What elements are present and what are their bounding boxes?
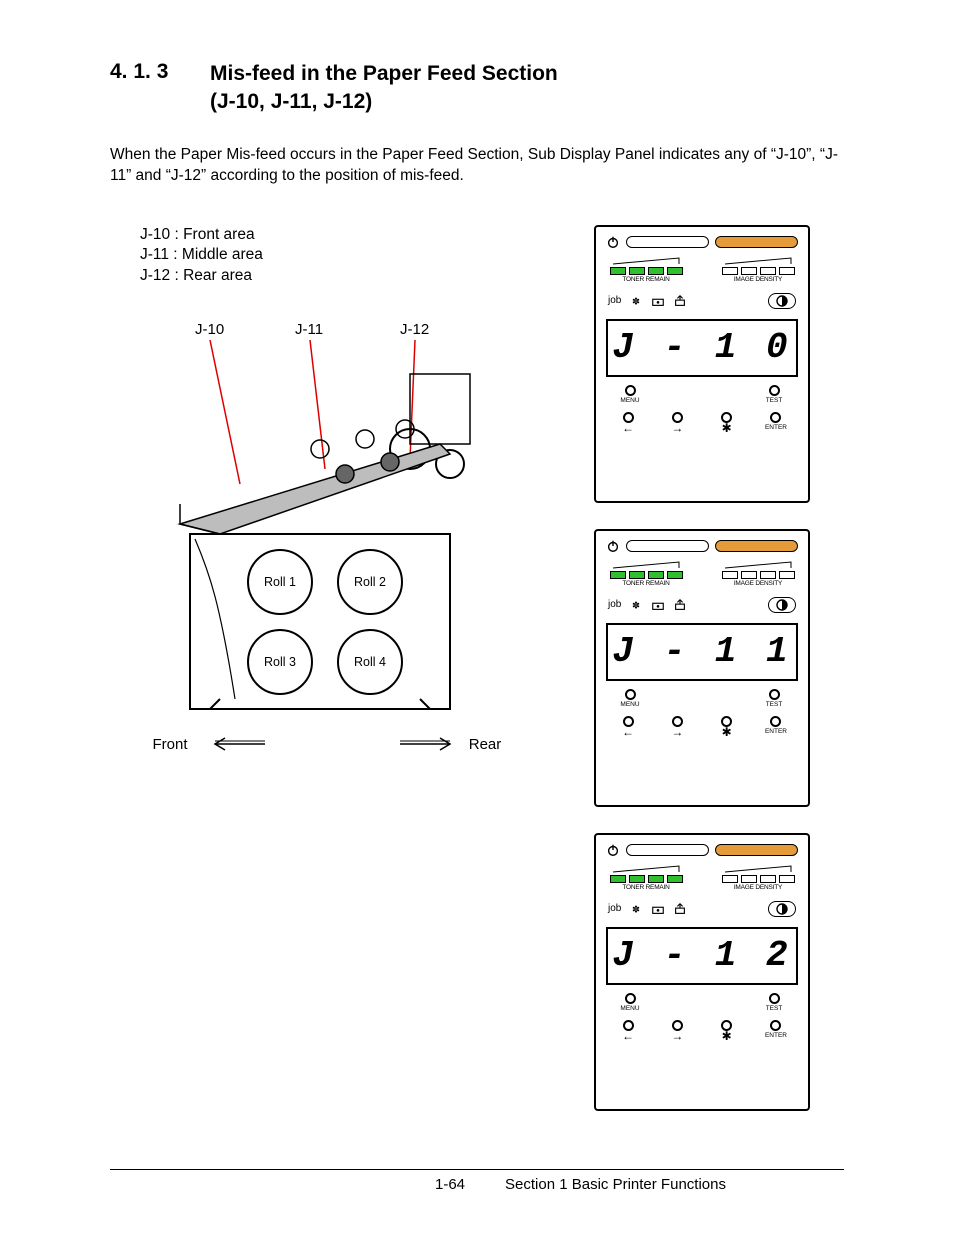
jam-icon: ✽ (629, 598, 643, 612)
right-button[interactable]: → (659, 1020, 695, 1040)
cassette-icon (651, 902, 665, 916)
display-panel-j11: TONER REMAIN IMAGE DENSITY job ✽ J - 1 1 (594, 529, 810, 807)
power-icon (606, 235, 620, 249)
svg-text:✽: ✽ (632, 600, 640, 611)
label-j11: J-11 (295, 321, 323, 338)
title-line-2: (J-10, J-11, J-12) (210, 90, 372, 113)
job-label: job (608, 903, 621, 914)
roll-3: Roll 3 (248, 630, 312, 694)
test-button[interactable]: TEST (756, 689, 792, 708)
pointer-j10 (210, 340, 240, 484)
svg-text:✽: ✽ (632, 904, 640, 915)
enter-button[interactable]: ENTER (758, 716, 794, 736)
toner-remain-indicator: TONER REMAIN (606, 257, 686, 283)
left-column: J-10 : Front area J-11 : Middle area J-1… (110, 225, 530, 1111)
star-button[interactable]: ✱ (709, 716, 745, 736)
rear-label: Rear (469, 736, 502, 753)
legend-j11: J-11 : Middle area (140, 245, 530, 266)
content-row: J-10 : Front area J-11 : Middle area J-1… (110, 225, 844, 1111)
toner-remain-indicator: TONER REMAIN (606, 561, 686, 587)
left-button[interactable]: ← (610, 1020, 646, 1040)
printer-diagram: J-10 J-11 J-12 (110, 304, 530, 769)
roll-2: Roll 2 (338, 550, 402, 614)
status-pill-on (715, 844, 798, 856)
display-panel-j12: TONER REMAIN IMAGE DENSITY job ✽ J - 1 2 (594, 833, 810, 1111)
arrow-left-icon (215, 738, 265, 750)
status-pill-off (626, 236, 709, 248)
label-j10: J-10 (195, 321, 224, 338)
status-pill-off (626, 844, 709, 856)
svg-text:Roll 1: Roll 1 (264, 575, 296, 589)
label-j12: J-12 (400, 321, 429, 338)
right-button[interactable]: → (659, 716, 695, 736)
page-footer: 1-64 Section 1 Basic Printer Functions (110, 1169, 844, 1193)
cassette-icon (651, 598, 665, 612)
enter-button[interactable]: ENTER (758, 412, 794, 432)
arrow-right-icon (400, 738, 450, 750)
image-density-indicator: IMAGE DENSITY (718, 561, 798, 587)
test-button[interactable]: TEST (756, 385, 792, 404)
lcd-display: J - 1 0 (606, 319, 798, 377)
image-density-indicator: IMAGE DENSITY (718, 865, 798, 891)
power-icon (606, 539, 620, 553)
status-pill-on (715, 540, 798, 552)
legend: J-10 : Front area J-11 : Middle area J-1… (140, 225, 530, 287)
left-button[interactable]: ← (610, 716, 646, 736)
footer-section: Section 1 Basic Printer Functions (505, 1176, 726, 1193)
section-title: Mis-feed in the Paper Feed Section (J-10… (210, 60, 558, 117)
right-column: TONER REMAIN IMAGE DENSITY job ✽ J - 1 0 (560, 225, 844, 1111)
toner-remain-indicator: TONER REMAIN (606, 865, 686, 891)
svg-text:Roll 2: Roll 2 (354, 575, 386, 589)
page-number: 1-64 (435, 1176, 465, 1193)
lcd-display: J - 1 1 (606, 623, 798, 681)
svg-text:Roll 4: Roll 4 (354, 655, 386, 669)
section-number: 4. 1. 3 (110, 60, 210, 117)
roll-1: Roll 1 (248, 550, 312, 614)
svg-text:✽: ✽ (632, 296, 640, 307)
job-label: job (608, 295, 621, 306)
output-icon (673, 598, 687, 612)
cassette-icon (651, 294, 665, 308)
roll-4: Roll 4 (338, 630, 402, 694)
menu-button[interactable]: MENU (612, 993, 648, 1012)
enter-button[interactable]: ENTER (758, 1020, 794, 1040)
title-line-1: Mis-feed in the Paper Feed Section (210, 62, 558, 85)
output-icon (673, 902, 687, 916)
status-pill-on (715, 236, 798, 248)
power-icon (606, 843, 620, 857)
jam-icon: ✽ (629, 294, 643, 308)
test-button[interactable]: TEST (756, 993, 792, 1012)
legend-j12: J-12 : Rear area (140, 266, 530, 287)
section-heading: 4. 1. 3 Mis-feed in the Paper Feed Secti… (110, 60, 844, 117)
status-pill-off (626, 540, 709, 552)
jam-icon: ✽ (629, 902, 643, 916)
contrast-button[interactable] (768, 901, 796, 917)
pointer-j11 (310, 340, 325, 469)
legend-j10: J-10 : Front area (140, 225, 530, 246)
front-label: Front (152, 736, 188, 753)
contrast-button[interactable] (768, 597, 796, 613)
display-panel-j10: TONER REMAIN IMAGE DENSITY job ✽ J - 1 0 (594, 225, 810, 503)
star-button[interactable]: ✱ (709, 1020, 745, 1040)
svg-text:Roll 3: Roll 3 (264, 655, 296, 669)
intro-paragraph: When the Paper Mis-feed occurs in the Pa… (110, 145, 844, 187)
lcd-display: J - 1 2 (606, 927, 798, 985)
menu-button[interactable]: MENU (612, 689, 648, 708)
contrast-button[interactable] (768, 293, 796, 309)
output-icon (673, 294, 687, 308)
menu-button[interactable]: MENU (612, 385, 648, 404)
left-button[interactable]: ← (610, 412, 646, 432)
star-button[interactable]: ✱ (709, 412, 745, 432)
image-density-indicator: IMAGE DENSITY (718, 257, 798, 283)
right-button[interactable]: → (659, 412, 695, 432)
job-label: job (608, 599, 621, 610)
